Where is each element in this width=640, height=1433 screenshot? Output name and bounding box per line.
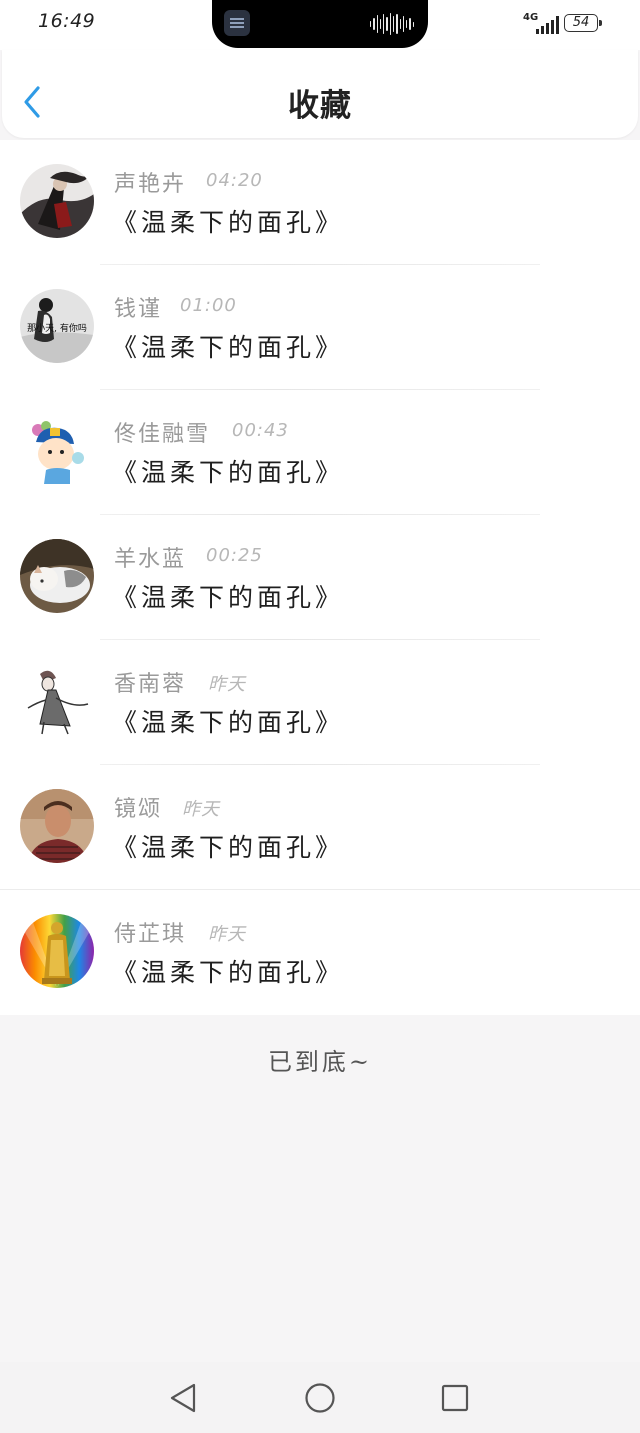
favorites-list: 声艳卉 04:20 《温柔下的面孔》 那小天, 有你吗 钱谨 01:00 《温柔… — [0, 140, 640, 1015]
song-title: 《温柔下的面孔》 — [112, 583, 345, 612]
avatar-caption: 那小天, 有你吗 — [27, 322, 87, 334]
song-title: 《温柔下的面孔》 — [112, 458, 345, 487]
app-header: 收藏 — [2, 50, 638, 138]
square-recents-icon — [441, 1384, 469, 1412]
end-of-list-text: 已到底~ — [267, 1048, 373, 1076]
list-item[interactable]: 佟佳融雪 00:43 《温柔下的面孔》 — [0, 390, 640, 515]
list-item[interactable]: 侍芷琪 昨天 《温柔下的面孔》 — [0, 890, 640, 1015]
user-name: 香南蓉 — [114, 672, 187, 697]
song-title: 《温柔下的面孔》 — [112, 208, 345, 237]
avatar[interactable] — [20, 789, 94, 863]
user-name: 声艳卉 — [114, 172, 187, 197]
status-bar: 16:49 4G 54 — [0, 0, 640, 50]
avatar[interactable] — [20, 414, 94, 488]
time-label: 04:20 — [206, 170, 263, 191]
battery-icon: 54 — [564, 14, 602, 32]
time-label: 00:25 — [206, 545, 263, 566]
user-name: 钱谨 — [114, 297, 163, 322]
list-item[interactable]: 羊水蓝 00:25 《温柔下的面孔》 — [0, 515, 640, 640]
system-nav-bar — [0, 1362, 640, 1433]
cellular-signal-icon: 4G — [522, 12, 559, 34]
song-title: 《温柔下的面孔》 — [112, 708, 345, 737]
time-label: 昨天 — [208, 924, 246, 945]
nav-back-button[interactable] — [166, 1380, 202, 1416]
time-label: 昨天 — [208, 674, 246, 695]
avatar[interactable] — [20, 664, 94, 738]
user-name: 佟佳融雪 — [114, 422, 211, 447]
time-label: 01:00 — [180, 295, 237, 316]
battery-level: 54 — [572, 15, 590, 30]
page-title: 收藏 — [288, 88, 352, 124]
nav-home-button[interactable] — [302, 1380, 338, 1416]
list-item[interactable]: 镜颂 昨天 《温柔下的面孔》 — [0, 765, 640, 890]
user-name: 羊水蓝 — [114, 547, 187, 572]
triangle-back-icon — [170, 1383, 196, 1413]
avatar[interactable] — [20, 914, 94, 988]
status-time: 16:49 — [38, 10, 96, 32]
user-name: 镜颂 — [114, 797, 163, 822]
avatar[interactable]: 那小天, 有你吗 — [20, 289, 94, 363]
list-item[interactable]: 香南蓉 昨天 《温柔下的面孔》 — [0, 640, 640, 765]
user-name: 侍芷琪 — [114, 922, 187, 947]
list-item[interactable]: 那小天, 有你吗 钱谨 01:00 《温柔下的面孔》 — [0, 265, 640, 390]
circle-home-icon — [305, 1383, 335, 1413]
nav-recents-button[interactable] — [437, 1380, 473, 1416]
audio-waveform-icon — [370, 12, 414, 36]
time-label: 00:43 — [232, 420, 289, 441]
avatar[interactable] — [20, 539, 94, 613]
avatar[interactable] — [20, 164, 94, 238]
list-item[interactable]: 声艳卉 04:20 《温柔下的面孔》 — [0, 140, 640, 265]
now-playing-app-icon — [224, 10, 250, 36]
song-title: 《温柔下的面孔》 — [112, 833, 345, 862]
dynamic-island[interactable] — [212, 0, 428, 48]
song-title: 《温柔下的面孔》 — [112, 333, 345, 362]
song-title: 《温柔下的面孔》 — [112, 958, 345, 987]
time-label: 昨天 — [182, 799, 220, 820]
